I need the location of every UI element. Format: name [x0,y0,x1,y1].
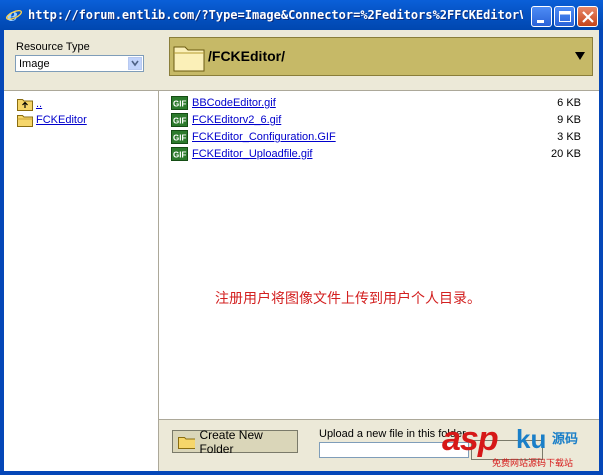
maximize-icon [559,11,571,22]
upload-note: 注册用户将图像文件上传到用户个人目录。 [215,291,481,307]
folder-tree: .. FCKEditor [4,90,159,471]
path-bar: /FCKEditor/ [164,30,599,90]
tree-item-label: .. [36,98,43,110]
chevron-down-icon [131,60,139,67]
watermark-subtitle: 免费网站源码下载站 [492,458,574,468]
gif-file-icon: GIF [171,113,188,127]
svg-text:GIF: GIF [173,134,186,143]
tree-item-fckeditor[interactable]: FCKEditor [17,112,87,128]
file-row[interactable]: GIF FCKEditorv2_6.gif 9 KB [171,112,581,129]
svg-text:GIF: GIF [173,151,186,160]
file-row[interactable]: GIF BBCodeEditor.gif 6 KB [171,95,581,112]
ie-icon: e [5,6,23,24]
folder-icon [178,436,196,449]
window-title: http://forum.entlib.com/?Type=Image&Conn… [28,8,523,22]
create-folder-label: Create New Folder [199,427,263,456]
file-size: 20 KB [551,148,581,160]
gif-file-icon: GIF [171,147,188,161]
minimize-icon [537,20,544,23]
watermark-logo: asp ku 源码 免费网站源码下载站 [440,418,600,472]
resource-type-label: Resource Type [16,41,90,53]
svg-text:GIF: GIF [173,100,186,109]
maximize-button[interactable] [554,6,575,27]
file-size: 3 KB [557,131,581,143]
folder-icon [173,46,205,72]
create-folder-button[interactable]: Create New Folder [172,427,298,456]
file-row[interactable]: GIF FCKEditor_Uploadfile.gif 20 KB [171,146,581,163]
tree-item-label: FCKEditor [36,114,87,126]
close-icon [582,11,594,23]
file-name[interactable]: FCKEditor_Uploadfile.gif [192,148,312,160]
watermark-brand-ku: ku [516,424,547,454]
file-name[interactable]: FCKEditorv2_6.gif [192,114,281,126]
file-size: 9 KB [557,114,581,126]
folder-icon [17,115,33,127]
file-name[interactable]: BBCodeEditor.gif [192,97,276,109]
dropdown-button[interactable] [128,57,142,70]
title-bar[interactable]: e http://forum.entlib.com/?Type=Image&Co… [0,0,603,30]
current-path: /FCKEditor/ [208,48,285,64]
tree-item-parent[interactable]: .. [17,96,42,112]
file-browser: Resource Type Image .. FCKEditor /FCKEdi… [4,30,599,471]
resource-type-value: Image [19,58,50,70]
current-path-selector[interactable]: /FCKEditor/ [169,37,593,76]
chevron-down-icon[interactable] [575,52,585,60]
folder-up-icon [17,99,33,111]
watermark-brand-cn: 源码 [552,432,579,447]
file-list: GIF BBCodeEditor.gif 6 KB GIF FCKEditorv… [159,90,599,419]
watermark-brand: asp [442,420,499,458]
file-size: 6 KB [557,97,581,109]
svg-text:GIF: GIF [173,117,186,126]
gif-file-icon: GIF [171,96,188,110]
close-button[interactable] [577,6,598,27]
minimize-button[interactable] [531,6,552,27]
file-name[interactable]: FCKEditor_Configuration.GIF [192,131,336,143]
window-frame: Resource Type Image .. FCKEditor /FCKEdi… [0,30,603,475]
resource-type-select[interactable]: Image [15,55,144,72]
file-row[interactable]: GIF FCKEditor_Configuration.GIF 3 KB [171,129,581,146]
gif-file-icon: GIF [171,130,188,144]
resource-type-panel: Resource Type Image [4,30,159,90]
